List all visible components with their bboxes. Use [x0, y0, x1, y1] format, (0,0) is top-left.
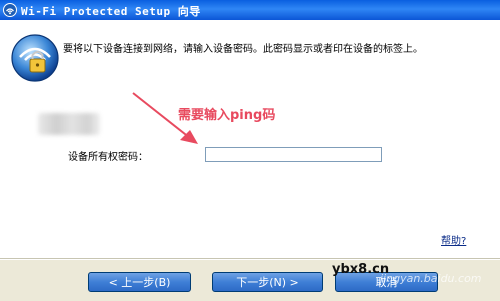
annotation-label: 需要输入ping码 — [178, 108, 276, 123]
wizard-window: Wi-Fi Protected Setup 向导 要将以下设备连接到网络，请输入… — [0, 0, 500, 301]
instruction-text: 要将以下设备连接到网络，请输入设备密码。此密码显示或者印在设备的标签上。 — [63, 44, 423, 55]
title-bar[interactable]: Wi-Fi Protected Setup 向导 — [0, 0, 500, 20]
next-button[interactable]: 下一步(N) > — [212, 272, 323, 292]
watermark-baidu: jingyan.baidu.com — [380, 272, 482, 285]
back-button[interactable]: < 上一步(B) — [88, 272, 191, 292]
window-title: Wi-Fi Protected Setup 向导 — [21, 5, 201, 18]
device-name-blurred — [38, 113, 100, 135]
password-input[interactable] — [205, 147, 382, 162]
wifi-icon — [3, 2, 17, 17]
wifi-lock-icon — [10, 33, 60, 83]
password-label: 设备所有权密码： — [68, 152, 148, 163]
help-link[interactable]: 帮助? — [441, 232, 466, 247]
